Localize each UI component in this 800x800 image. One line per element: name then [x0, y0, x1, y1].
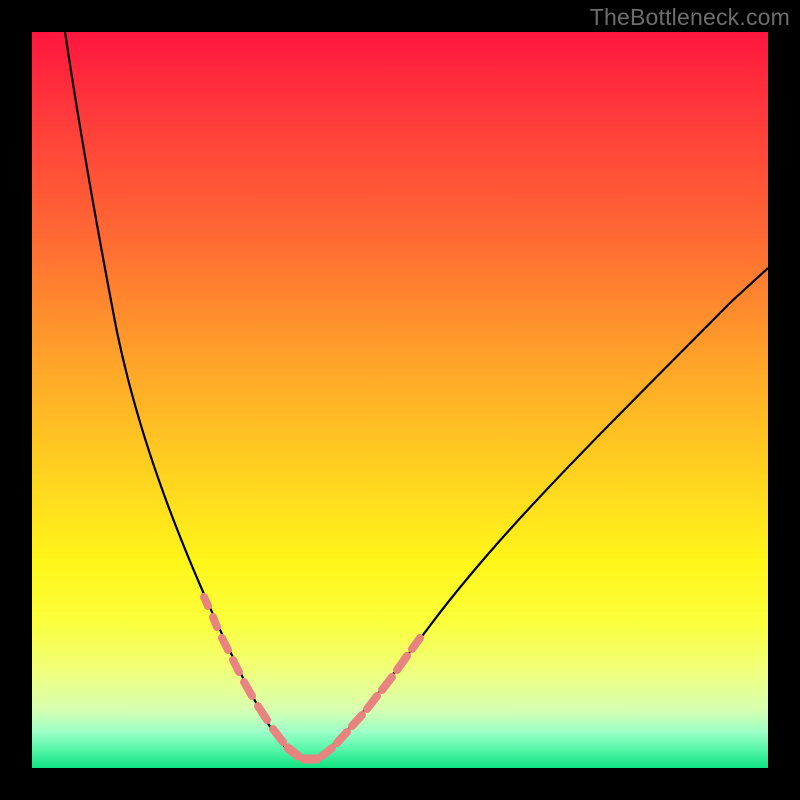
highlight-dots-right — [322, 638, 420, 756]
chart-frame: TheBottleneck.com — [0, 0, 800, 800]
chart-svg — [32, 32, 768, 768]
bottleneck-curve — [65, 32, 768, 760]
plot-area — [32, 32, 768, 768]
watermark-text: TheBottleneck.com — [590, 4, 790, 31]
highlight-dots-left — [204, 597, 283, 742]
highlight-dots-bottom — [288, 748, 317, 759]
